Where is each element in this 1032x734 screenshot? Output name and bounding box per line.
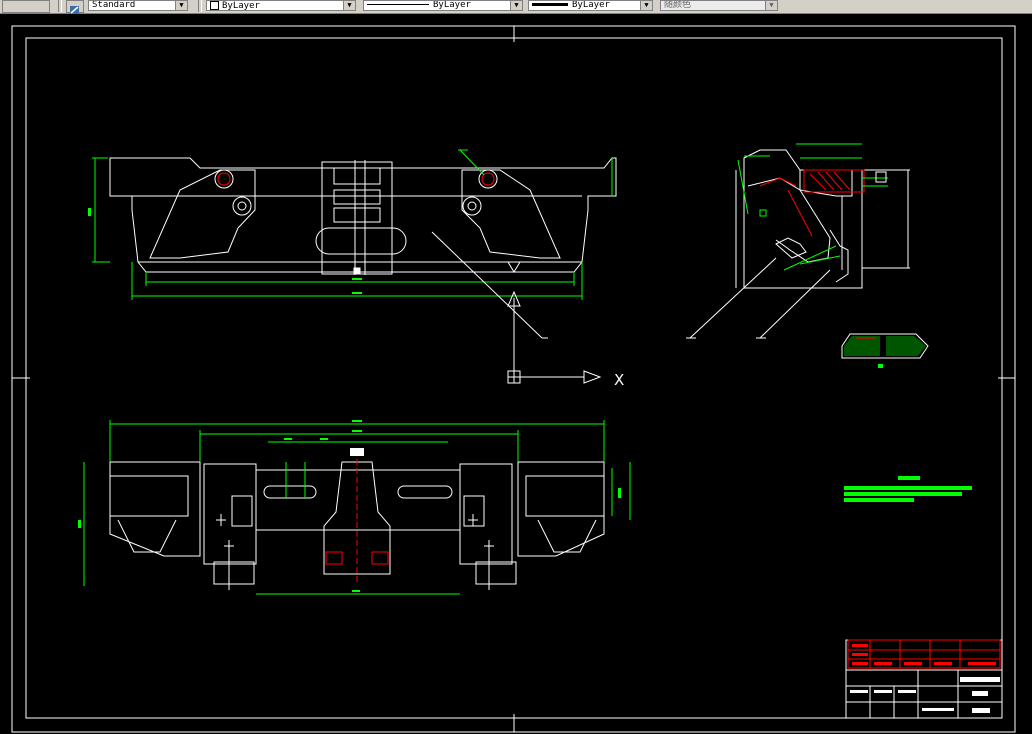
plan-view-dimensions [78, 420, 631, 595]
chevron-down-icon[interactable]: ▼ [640, 1, 652, 10]
linetype-preview-icon [367, 4, 429, 5]
title-block [845, 639, 1003, 719]
color-select[interactable]: ByLayer ▼ [206, 0, 356, 11]
side-view-detail [737, 143, 888, 271]
ucs-x-label: X [614, 371, 624, 389]
linetype-value: ByLayer [433, 0, 471, 10]
plan-view-section [323, 448, 391, 584]
section-detail [841, 333, 929, 368]
toolbar-separator [58, 0, 62, 12]
lineweight-value: ByLayer [572, 0, 610, 10]
text-style-value: Standard [92, 0, 136, 10]
toolbar-left-buttons[interactable] [2, 0, 50, 13]
lineweight-select[interactable]: ByLayer ▼ [528, 0, 653, 11]
drawing-canvas[interactable]: X [0, 14, 1032, 734]
plotstyle-value: 随颜色 [664, 0, 692, 10]
color-value: ByLayer [222, 1, 260, 11]
side-view [735, 149, 910, 289]
lineweight-preview-icon [532, 3, 568, 6]
chevron-down-icon[interactable]: ▼ [765, 1, 777, 10]
linetype-select[interactable]: ByLayer ▼ [363, 0, 523, 11]
leader-lines [431, 231, 831, 339]
plotstyle-select[interactable]: 随颜色 ▼ [660, 0, 778, 11]
technical-notes [844, 476, 972, 502]
text-style-icon[interactable] [66, 0, 84, 14]
properties-toolbar: Standard ▼ ByLayer ▼ ByLayer ▼ ByLayer ▼… [0, 0, 1032, 14]
front-view-annotations [88, 149, 613, 300]
chevron-down-icon[interactable]: ▼ [175, 1, 187, 10]
text-style-select[interactable]: Standard ▼ [88, 0, 188, 11]
ucs-icon: X [507, 290, 624, 389]
color-swatch-icon [210, 1, 219, 10]
front-view [109, 157, 617, 275]
chevron-down-icon[interactable]: ▼ [510, 1, 522, 10]
chevron-down-icon[interactable]: ▼ [343, 1, 355, 10]
toolbar-separator [198, 0, 202, 12]
